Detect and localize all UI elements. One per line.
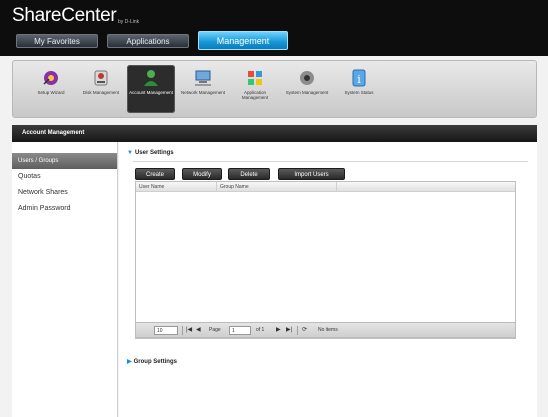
system-status-button[interactable]: i System Status — [335, 65, 383, 113]
disk-management-label: Disk Management — [82, 90, 120, 95]
prev-page-icon[interactable]: ◀ — [196, 326, 201, 335]
group-settings-title: Group Settings — [133, 359, 177, 365]
page-label: Page — [209, 327, 221, 333]
header-bar: ShareCenter by D-Link My Favorites Appli… — [0, 0, 548, 56]
system-icon — [300, 71, 314, 85]
setup-wizard-label: Setup Wizard — [37, 90, 65, 95]
system-management-button[interactable]: System Management — [283, 65, 331, 113]
application-icon — [248, 71, 262, 85]
section-divider — [133, 161, 528, 162]
table-header: User Name Group Name — [136, 182, 515, 192]
collapsed-triangle-icon: ▶ — [127, 359, 132, 365]
network-icon — [195, 70, 211, 86]
page-number-input[interactable]: 1 — [229, 326, 251, 335]
tab-management[interactable]: Management — [198, 31, 288, 50]
brand-logo: ShareCenter — [12, 5, 117, 26]
refresh-icon[interactable]: ⟳ — [302, 326, 307, 335]
pager-divider — [182, 326, 183, 335]
setup-wizard-button[interactable]: Setup Wizard — [27, 65, 75, 113]
disk-management-button[interactable]: Disk Management — [77, 65, 125, 113]
tab-my-favorites[interactable]: My Favorites — [16, 34, 98, 48]
system-management-label: System Management — [285, 90, 329, 95]
column-group-name[interactable]: Group Name — [217, 182, 337, 192]
tab-applications[interactable]: Applications — [107, 34, 189, 48]
sidebar: Users / Groups Quotas Network Shares Adm… — [12, 142, 118, 417]
delete-button[interactable]: Delete — [228, 168, 270, 180]
column-user-name[interactable]: User Name — [136, 182, 217, 192]
sidebar-item-quotas[interactable]: Quotas — [12, 169, 117, 185]
import-users-button[interactable]: Import Users — [278, 168, 345, 180]
sidebar-item-admin-password[interactable]: Admin Password — [12, 201, 117, 217]
modify-button[interactable]: Modify — [182, 168, 222, 180]
page-of-label: of 1 — [256, 327, 265, 333]
sidebar-item-network-shares[interactable]: Network Shares — [12, 185, 117, 201]
main-content: ▼ User Settings Create Modify Delete Impo… — [119, 142, 537, 417]
sharecenter-app: ShareCenter by D-Link My Favorites Appli… — [0, 0, 548, 417]
user-settings-toggle[interactable]: ▼ User Settings — [127, 150, 174, 156]
brand-sub: by D-Link — [118, 19, 140, 25]
account-management-label: Account Management — [129, 90, 173, 95]
create-button[interactable]: Create — [135, 168, 175, 180]
network-management-button[interactable]: Network Management — [179, 65, 227, 113]
application-management-button[interactable]: Application Management — [231, 65, 279, 113]
pager-status: No items — [318, 327, 338, 333]
disk-icon — [94, 70, 108, 86]
first-page-icon[interactable]: |◀ — [186, 326, 192, 335]
system-status-label: System Status — [344, 90, 374, 95]
sidebar-item-users-groups[interactable]: Users / Groups — [12, 153, 117, 169]
last-page-icon[interactable]: ▶| — [286, 326, 292, 335]
info-icon: i — [352, 69, 366, 87]
user-settings-title: User Settings — [134, 150, 174, 156]
management-icon-bar: Setup Wizard Disk Management Account Man… — [12, 60, 537, 118]
svg-text:i: i — [357, 73, 361, 86]
account-icon — [144, 70, 158, 86]
application-management-label: Application Management — [241, 90, 269, 100]
account-management-button[interactable]: Account Management — [127, 65, 175, 113]
section-title: Account Management — [12, 125, 537, 142]
pager-divider — [297, 326, 298, 335]
next-page-icon[interactable]: ▶ — [276, 326, 281, 335]
wizard-icon — [43, 71, 58, 85]
user-table: User Name Group Name — [135, 181, 516, 339]
page-size-select[interactable]: 10 — [154, 326, 178, 335]
network-management-label: Network Management — [180, 90, 226, 95]
expanded-triangle-icon: ▼ — [127, 150, 133, 156]
group-settings-toggle[interactable]: ▶ Group Settings — [127, 358, 177, 365]
table-pager: 10 |◀ ◀ Page 1 of 1 ▶ ▶| ⟳ No items — [135, 322, 516, 338]
